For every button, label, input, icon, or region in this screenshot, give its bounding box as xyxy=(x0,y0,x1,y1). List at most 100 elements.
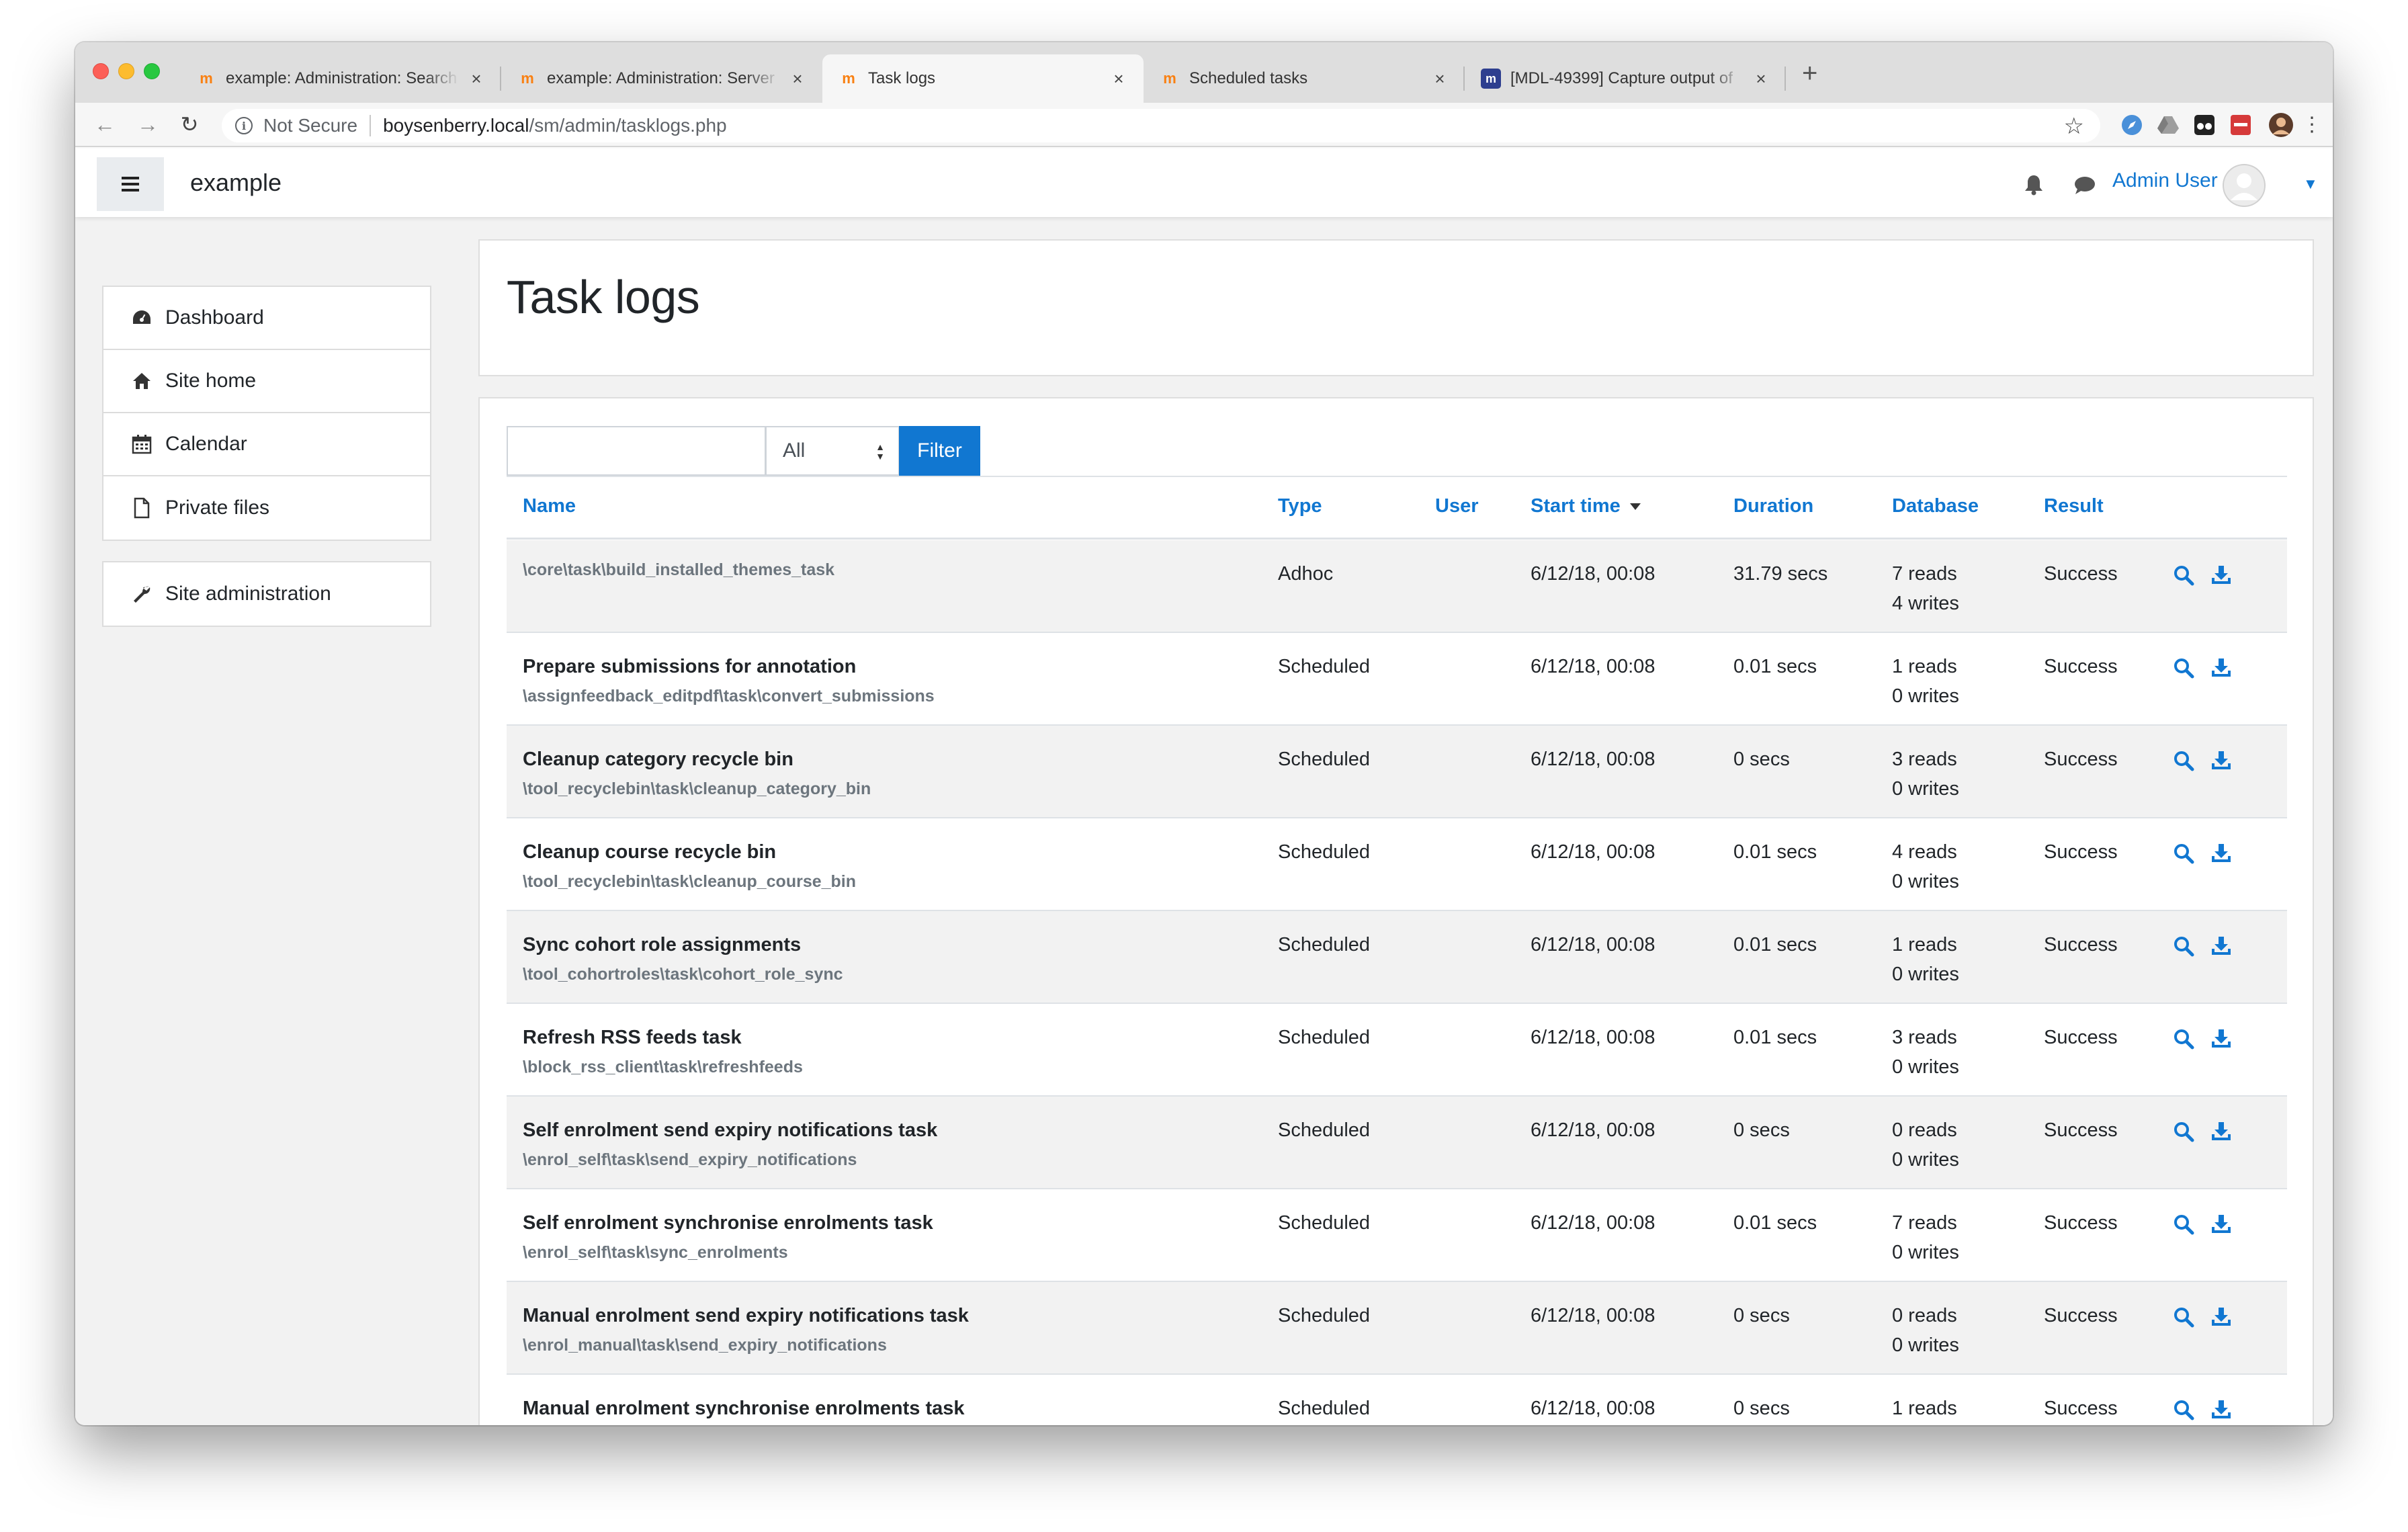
browser-window: m example: Administration: Search × m ex… xyxy=(75,42,2333,1425)
column-header-start-time[interactable]: Start time xyxy=(1531,495,1641,517)
task-db-reads: 0 reads xyxy=(1892,1119,1957,1141)
view-log-search-icon[interactable] xyxy=(2173,657,2196,680)
tab-close-icon[interactable]: × xyxy=(466,69,486,89)
address-bar[interactable]: i Not Secure boysenberry.local/sm/admin/… xyxy=(222,109,2100,142)
view-log-search-icon[interactable] xyxy=(2173,935,2196,958)
column-header-type[interactable]: Type xyxy=(1278,495,1322,517)
extension-drive-icon[interactable] xyxy=(2155,112,2181,138)
user-avatar[interactable] xyxy=(2223,164,2266,207)
download-log-icon[interactable] xyxy=(2210,1306,2233,1329)
column-header-name[interactable]: Name xyxy=(523,495,576,517)
view-log-search-icon[interactable] xyxy=(2173,1399,2196,1422)
tab-close-icon[interactable]: × xyxy=(1751,69,1771,89)
drawer-toggle-button[interactable] xyxy=(97,157,164,211)
task-start-time: 6/12/18, 00:08 xyxy=(1531,934,1656,955)
download-log-icon[interactable] xyxy=(2210,843,2233,865)
task-classname: \tool_recyclebin\task\cleanup_course_bin xyxy=(523,872,857,891)
url-host: boysenberry.local xyxy=(383,115,529,136)
minimize-window-button[interactable] xyxy=(118,63,134,79)
maximize-window-button[interactable] xyxy=(144,63,160,79)
filter-text-input[interactable] xyxy=(507,426,766,476)
tab-close-icon[interactable]: × xyxy=(787,69,808,89)
sidebar-item-label: Site home xyxy=(165,370,257,392)
sidebar-item-calendar[interactable]: Calendar xyxy=(103,413,430,476)
extension-red-icon[interactable] xyxy=(2228,112,2253,138)
task-type: Adhoc xyxy=(1278,563,1334,585)
sidebar-item-site-home[interactable]: Site home xyxy=(103,350,430,413)
view-log-search-icon[interactable] xyxy=(2173,1306,2196,1329)
sidebar-item-site-administration[interactable]: Site administration xyxy=(103,562,430,626)
view-log-search-icon[interactable] xyxy=(2173,1121,2196,1144)
home-icon xyxy=(130,370,153,392)
download-log-icon[interactable] xyxy=(2210,1214,2233,1236)
task-start-time: 6/12/18, 00:08 xyxy=(1531,563,1656,585)
browser-tab-4[interactable]: m Scheduled tasks × xyxy=(1144,54,1465,103)
new-tab-plus-icon[interactable]: + xyxy=(1802,60,1817,87)
nav-drawer-admin-block: Site administration xyxy=(102,561,431,627)
column-header-duration[interactable]: Duration xyxy=(1733,495,1813,517)
download-log-icon[interactable] xyxy=(2210,1028,2233,1051)
table-row: Manual enrolment synchronise enrolments … xyxy=(507,1375,2287,1425)
reload-icon[interactable]: ↻ xyxy=(176,111,203,138)
task-db-reads: 1 reads xyxy=(1892,934,1957,955)
column-header-database[interactable]: Database xyxy=(1892,495,1979,517)
column-header-result[interactable]: Result xyxy=(2044,495,2104,517)
tab-close-icon[interactable]: × xyxy=(1109,69,1129,89)
sidebar-item-dashboard[interactable]: Dashboard xyxy=(103,287,430,350)
bell-icon[interactable] xyxy=(2024,174,2044,199)
tab-close-icon[interactable]: × xyxy=(1430,69,1450,89)
browser-menu-icon[interactable]: ⋮ xyxy=(2299,112,2325,138)
download-log-icon[interactable] xyxy=(2210,564,2233,587)
task-result: Success xyxy=(2044,656,2118,677)
view-log-search-icon[interactable] xyxy=(2173,1214,2196,1236)
task-classname: \enrol_self\task\sync_enrolments xyxy=(523,1243,788,1262)
filter-search-field[interactable] xyxy=(508,427,765,474)
task-db-reads: 1 reads xyxy=(1892,656,1957,677)
browser-tab-5[interactable]: m [MDL-49399] Capture output of × xyxy=(1465,54,1786,103)
view-log-search-icon[interactable] xyxy=(2173,750,2196,773)
task-type: Scheduled xyxy=(1278,1305,1371,1326)
extension-glasses-icon[interactable] xyxy=(2192,112,2217,138)
task-db-writes: 0 writes xyxy=(1892,685,1959,707)
download-log-icon[interactable] xyxy=(2210,1399,2233,1422)
task-db-writes: 4 writes xyxy=(1892,593,1959,614)
download-log-icon[interactable] xyxy=(2210,935,2233,958)
site-brand[interactable]: example xyxy=(190,169,282,197)
view-log-search-icon[interactable] xyxy=(2173,564,2196,587)
bookmark-star-icon[interactable]: ☆ xyxy=(2064,113,2084,140)
file-icon xyxy=(130,497,153,519)
forward-arrow-icon[interactable]: → xyxy=(134,111,161,138)
task-log-content: All ▲ ▼ Filter Name Type User Start time … xyxy=(478,397,2314,1425)
profile-avatar-icon[interactable] xyxy=(2268,112,2294,138)
task-db-reads: 4 reads xyxy=(1892,841,1957,863)
security-label: Not Secure xyxy=(263,115,358,136)
chat-bubble-icon[interactable] xyxy=(2073,175,2096,199)
chevron-down-icon[interactable]: ▼ xyxy=(2303,175,2318,193)
task-name: Refresh RSS feeds task xyxy=(523,1027,742,1048)
filter-result-select[interactable]: All ▲ ▼ xyxy=(765,426,900,476)
close-window-button[interactable] xyxy=(93,63,109,79)
view-log-search-icon[interactable] xyxy=(2173,843,2196,865)
task-classname: \tool_cohortroles\task\cohort_role_sync xyxy=(523,965,843,984)
user-menu-name[interactable]: Admin User xyxy=(2112,169,2218,192)
filter-button[interactable]: Filter xyxy=(899,426,980,476)
page-title: Task logs xyxy=(507,271,700,323)
sidebar-item-private-files[interactable]: Private files xyxy=(103,476,430,540)
task-result: Success xyxy=(2044,934,2118,955)
download-log-icon[interactable] xyxy=(2210,657,2233,680)
column-header-user[interactable]: User xyxy=(1435,495,1479,517)
browser-tab-2[interactable]: m example: Administration: Server × xyxy=(501,54,822,103)
info-icon[interactable]: i xyxy=(235,117,253,134)
view-log-search-icon[interactable] xyxy=(2173,1028,2196,1051)
extension-compass-icon[interactable] xyxy=(2119,112,2145,138)
download-log-icon[interactable] xyxy=(2210,750,2233,773)
browser-tab-3-active[interactable]: m Task logs × xyxy=(822,54,1144,103)
back-arrow-icon[interactable]: ← xyxy=(91,111,118,138)
table-row: Self enrolment send expiry notifications… xyxy=(507,1097,2287,1189)
browser-tab-1[interactable]: m example: Administration: Search × xyxy=(180,54,501,103)
task-db-writes: 0 writes xyxy=(1892,1056,1959,1078)
table-row: Prepare submissions for annotation \assi… xyxy=(507,633,2287,726)
download-log-icon[interactable] xyxy=(2210,1121,2233,1144)
site-navbar: example Admin User ▼ xyxy=(75,148,2333,217)
task-db-reads: 7 reads xyxy=(1892,1212,1957,1234)
